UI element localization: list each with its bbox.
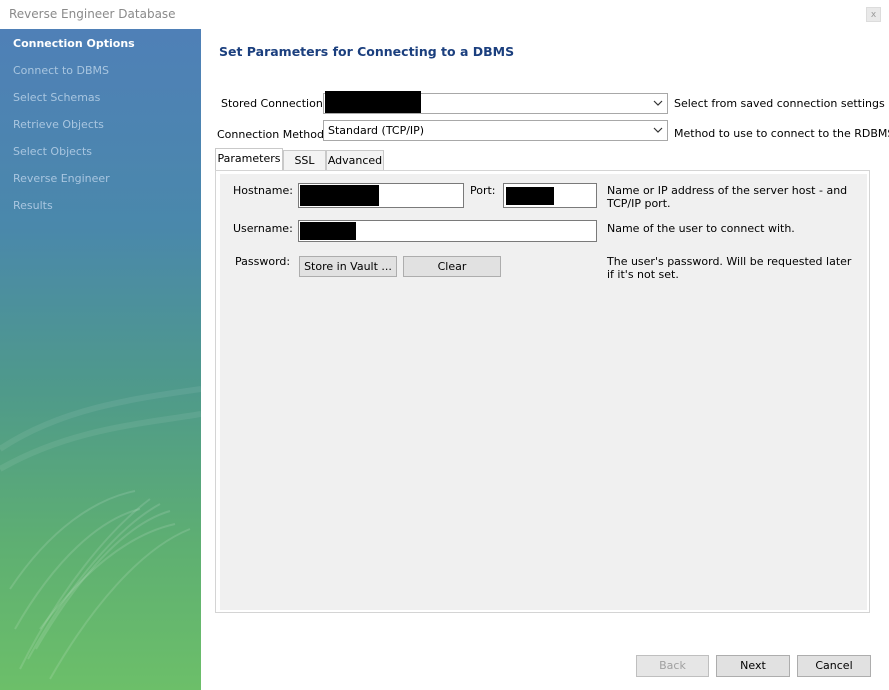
host-hint: Name or IP address of the server host - … xyxy=(607,184,848,210)
sidebar-item-reverse-engineer: Reverse Engineer xyxy=(13,172,110,185)
sidebar-item-select-schemas: Select Schemas xyxy=(13,91,101,104)
password-label: Password: xyxy=(235,255,291,268)
wizard-sidebar: Connection Options Connect to DBMS Selec… xyxy=(0,29,201,690)
connection-method-hint: Method to use to connect to the RDBMS xyxy=(674,127,889,140)
tab-parameters[interactable]: Parameters xyxy=(215,148,283,170)
sidebar-item-select-objects: Select Objects xyxy=(13,145,92,158)
next-button[interactable]: Next xyxy=(716,655,790,677)
tab-advanced[interactable]: Advanced xyxy=(326,150,384,170)
redacted-block xyxy=(325,91,421,113)
sidebar-item-retrieve-objects: Retrieve Objects xyxy=(13,118,104,131)
hostname-label: Hostname: xyxy=(233,184,293,197)
connection-method-label: Connection Method: xyxy=(217,128,328,141)
window-title: Reverse Engineer Database xyxy=(9,7,176,21)
chevron-down-icon xyxy=(653,100,663,106)
sidebar-item-results: Results xyxy=(13,199,53,212)
back-button[interactable]: Back xyxy=(636,655,709,677)
chevron-down-icon xyxy=(653,127,663,133)
sidebar-item-connect-to-dbms: Connect to DBMS xyxy=(13,64,110,77)
store-in-vault-button[interactable]: Store in Vault ... xyxy=(299,256,397,277)
username-label: Username: xyxy=(233,222,293,235)
sidebar-item-connection-options: Connection Options xyxy=(13,37,135,50)
title-bar: Reverse Engineer Database x xyxy=(0,0,889,29)
close-icon: x xyxy=(870,10,877,20)
connection-method-select[interactable]: Standard (TCP/IP) xyxy=(323,120,668,141)
close-button[interactable]: x xyxy=(866,7,881,22)
redacted-block xyxy=(300,222,356,240)
clear-password-button[interactable]: Clear xyxy=(403,256,501,277)
redacted-block xyxy=(300,185,379,206)
connection-method-value: Standard (TCP/IP) xyxy=(328,124,425,137)
redacted-block xyxy=(506,187,554,205)
cancel-button[interactable]: Cancel xyxy=(797,655,871,677)
stored-connection-label: Stored Connection: xyxy=(221,97,327,110)
port-label: Port: xyxy=(470,184,496,197)
tab-ssl[interactable]: SSL xyxy=(283,150,326,170)
password-hint: The user's password. Will be requested l… xyxy=(607,255,852,281)
stored-connection-hint: Select from saved connection settings xyxy=(674,97,885,110)
username-hint: Name of the user to connect with. xyxy=(607,222,795,235)
page-title: Set Parameters for Connecting to a DBMS xyxy=(219,44,515,59)
